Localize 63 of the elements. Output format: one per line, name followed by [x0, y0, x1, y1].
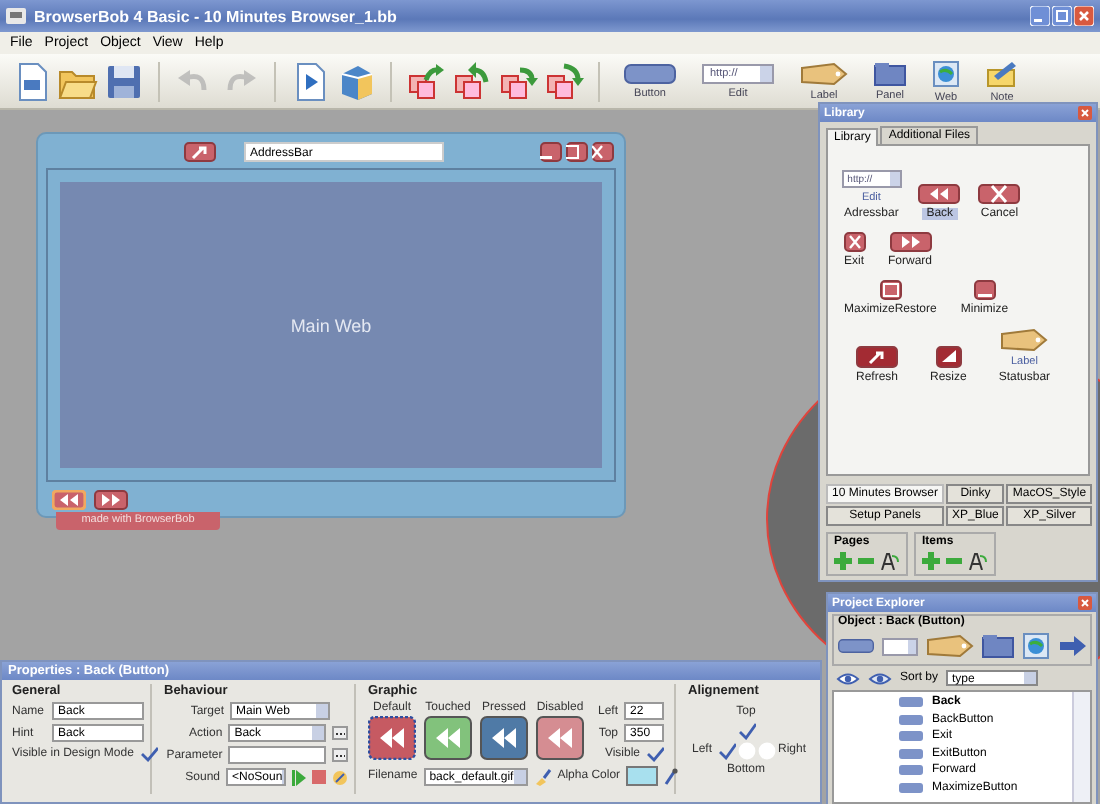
checkmark-icon[interactable]: [139, 746, 158, 762]
button-icon: [898, 747, 924, 760]
more-button[interactable]: [332, 726, 348, 740]
layers-arrow-icon[interactable]: [406, 61, 446, 101]
rename-icon[interactable]: [880, 552, 900, 570]
minimize-button-icon[interactable]: [973, 280, 996, 300]
state-button-preview[interactable]: [536, 716, 584, 760]
rename-icon[interactable]: [968, 552, 988, 570]
eye-icon[interactable]: [836, 671, 860, 685]
cancel-button-icon[interactable]: [978, 184, 1021, 204]
eyedropper-icon[interactable]: [664, 767, 679, 785]
close-icon[interactable]: [1078, 596, 1092, 610]
scrollbar[interactable]: [1072, 692, 1090, 802]
back-button[interactable]: [52, 489, 86, 509]
button-shape-icon[interactable]: [624, 63, 676, 83]
button-icon: [898, 781, 924, 794]
cube-icon[interactable]: [336, 61, 376, 101]
panel-icon[interactable]: [874, 61, 906, 85]
parameter-field[interactable]: [228, 746, 326, 764]
forward-button[interactable]: [94, 489, 128, 509]
button-icon: [898, 713, 924, 726]
arrow-icon[interactable]: [1058, 636, 1086, 656]
close-icon[interactable]: [1078, 106, 1092, 120]
checkmark-icon[interactable]: [737, 721, 755, 739]
tag-icon[interactable]: [800, 61, 848, 85]
resize-button-icon[interactable]: [935, 346, 962, 368]
radio-circle-icon[interactable]: [737, 742, 755, 760]
button-icon: [898, 730, 924, 743]
panel-icon[interactable]: [982, 634, 1014, 658]
button-icon: [898, 696, 924, 709]
maximize-button-icon[interactable]: [879, 280, 902, 300]
color-swatch[interactable]: [626, 766, 659, 786]
back-button-icon[interactable]: [918, 184, 961, 204]
forward-button-icon[interactable]: [889, 232, 932, 252]
minimize-icon[interactable]: [1030, 6, 1050, 26]
eye-icon[interactable]: [868, 671, 892, 685]
checkmark-icon[interactable]: [717, 741, 735, 759]
tag-icon[interactable]: [1000, 328, 1049, 352]
more-button[interactable]: [332, 748, 348, 762]
globe-icon[interactable]: [1022, 632, 1050, 660]
edit-sound-icon[interactable]: [332, 769, 348, 785]
button-icon: [898, 764, 924, 777]
save-icon[interactable]: [104, 61, 144, 101]
window-title: BrowserBob 4 Basic - 10 Minutes Browser_1.bb: [34, 7, 399, 25]
layers-arrow-icon[interactable]: [544, 61, 584, 101]
note-pencil-icon[interactable]: [986, 59, 1018, 87]
button-shape-icon[interactable]: [838, 636, 874, 656]
tag-icon[interactable]: [926, 634, 974, 658]
radio-circle-icon[interactable]: [757, 741, 775, 759]
state-button-preview[interactable]: [480, 716, 528, 760]
maximize-icon[interactable]: [1052, 6, 1072, 26]
layers-arrow-icon[interactable]: [452, 61, 492, 101]
brush-icon[interactable]: [533, 767, 552, 785]
main-web-label: Main Web: [290, 315, 372, 335]
globe-icon[interactable]: [932, 59, 960, 87]
edit-field-icon[interactable]: [882, 637, 918, 655]
app-logo-icon: [6, 8, 26, 24]
state-button-preview[interactable]: [424, 716, 472, 760]
close-icon[interactable]: [1074, 6, 1094, 26]
checkmark-icon[interactable]: [646, 746, 665, 762]
exit-button-icon[interactable]: [843, 232, 865, 252]
refresh-button-icon[interactable]: [856, 346, 898, 368]
state-button-preview[interactable]: [368, 716, 416, 760]
